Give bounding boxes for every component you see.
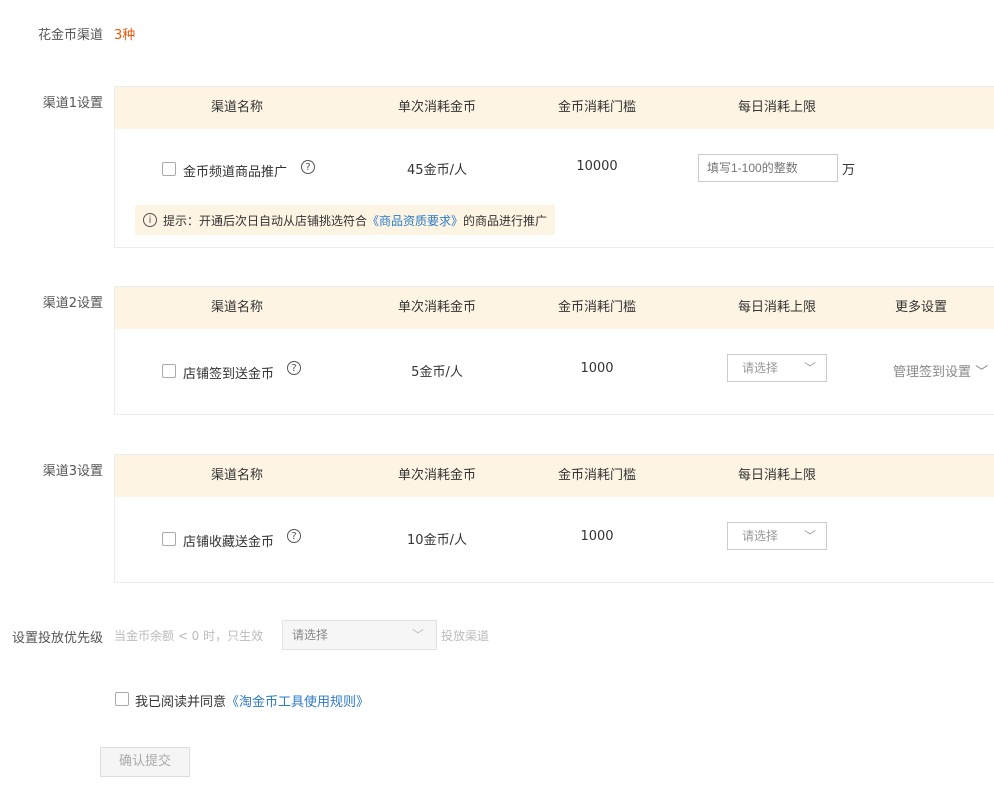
daily-limit-input[interactable] — [698, 154, 838, 182]
col-cost-header: 单次消耗金币 — [397, 468, 476, 483]
col-threshold-header: 金币消耗门槛 — [557, 100, 636, 115]
channel1-cost: 45金币/人 — [407, 163, 467, 178]
unit-label: 万 — [842, 163, 856, 178]
channel1-table-header: 渠道名称 单次消耗金币 金币消耗门槛 每日消耗上限 — [115, 87, 994, 129]
tip-prefix: 提示：开通后次日自动从店铺挑选符合 — [163, 214, 368, 228]
channel1-label: 渠道1设置 — [42, 96, 103, 111]
channel2-panel: 渠道名称 单次消耗金币 金币消耗门槛 每日消耗上限 更多设置 店铺签到送金币 ?… — [114, 286, 994, 415]
channel-summary-label: 花金币渠道 — [37, 28, 103, 43]
channel2-table-header: 渠道名称 单次消耗金币 金币消耗门槛 每日消耗上限 更多设置 — [115, 287, 994, 329]
channel2-limit-select[interactable]: 请选择 ﹀ — [727, 354, 827, 382]
col-limit-header: 每日消耗上限 — [737, 300, 816, 315]
col-name-header: 渠道名称 — [210, 100, 263, 115]
agreement-checkbox[interactable] — [115, 692, 129, 706]
col-threshold-header: 金币消耗门槛 — [557, 300, 636, 315]
col-threshold-header: 金币消耗门槛 — [557, 468, 636, 483]
priority-condition: 当金币余额 < 0 时，只生效 — [114, 629, 264, 643]
channel2-label: 渠道2设置 — [42, 296, 103, 311]
chevron-down-icon: ﹀ — [411, 628, 424, 642]
tip-suffix: 的商品进行推广 — [463, 214, 548, 228]
col-more-header: 更多设置 — [894, 300, 947, 315]
channel1-threshold: 10000 — [576, 159, 618, 174]
channel-count: 3种 — [114, 28, 136, 43]
agreement-text: 我已阅读并同意《淘金币工具使用规则》 — [135, 691, 369, 710]
qualification-link[interactable]: 《商品资质要求》 — [367, 214, 463, 228]
chevron-down-icon: ﹀ — [803, 529, 816, 543]
channel1-panel: 渠道名称 单次消耗金币 金币消耗门槛 每日消耗上限 金币频道商品推广 ? 45金… — [114, 86, 994, 248]
col-name-header: 渠道名称 — [210, 468, 263, 483]
chevron-down-icon: ﹀ — [803, 361, 816, 375]
select-value: 请选择 — [292, 628, 329, 642]
channel3-table-header: 渠道名称 单次消耗金币 金币消耗门槛 每日消耗上限 — [115, 455, 994, 497]
priority-select[interactable]: 请选择 ﹀ — [282, 620, 437, 650]
channel3-label: 渠道3设置 — [42, 464, 103, 479]
channel3-limit-select[interactable]: 请选择 ﹀ — [727, 522, 827, 550]
submit-button[interactable]: 确认提交 — [100, 747, 190, 777]
channel3-checkbox[interactable] — [162, 532, 176, 546]
col-cost-header: 单次消耗金币 — [397, 100, 476, 115]
channel2-cost: 5金币/人 — [411, 365, 463, 380]
col-name-header: 渠道名称 — [210, 300, 263, 315]
manage-checkin-label: 管理签到设置 — [893, 365, 972, 380]
priority-label: 设置投放优先级 — [11, 631, 103, 646]
channel2-threshold: 1000 — [580, 361, 614, 376]
manage-checkin-settings[interactable]: 管理签到设置 ﹀ — [893, 361, 988, 380]
channel1-checkbox[interactable] — [162, 162, 176, 176]
col-limit-header: 每日消耗上限 — [737, 100, 816, 115]
channel3-panel: 渠道名称 单次消耗金币 金币消耗门槛 每日消耗上限 店铺收藏送金币 ? 10金币… — [114, 454, 994, 583]
priority-suffix: 投放渠道 — [441, 629, 490, 643]
question-icon[interactable]: ? — [301, 160, 315, 174]
channel1-tip: i 提示：开通后次日自动从店铺挑选符合《商品资质要求》的商品进行推广 — [135, 205, 555, 235]
question-icon[interactable]: ? — [287, 529, 301, 543]
col-cost-header: 单次消耗金币 — [397, 300, 476, 315]
col-limit-header: 每日消耗上限 — [737, 468, 816, 483]
channel3-cost: 10金币/人 — [407, 533, 467, 548]
info-icon: i — [143, 213, 157, 227]
select-value: 请选择 — [742, 361, 779, 375]
question-icon[interactable]: ? — [287, 361, 301, 375]
rules-link[interactable]: 《淘金币工具使用规则》 — [226, 695, 369, 710]
channel3-name: 店铺收藏送金币 — [183, 535, 275, 550]
select-value: 请选择 — [742, 529, 779, 543]
agreement-label: 我已阅读并同意 — [135, 695, 227, 710]
channel3-threshold: 1000 — [580, 529, 614, 544]
channel2-name: 店铺签到送金币 — [183, 367, 275, 382]
chevron-down-icon: ﹀ — [975, 365, 989, 380]
tip-text: 提示：开通后次日自动从店铺挑选符合《商品资质要求》的商品进行推广 — [163, 212, 547, 229]
channel1-name: 金币频道商品推广 — [183, 165, 288, 180]
channel2-checkbox[interactable] — [162, 364, 176, 378]
